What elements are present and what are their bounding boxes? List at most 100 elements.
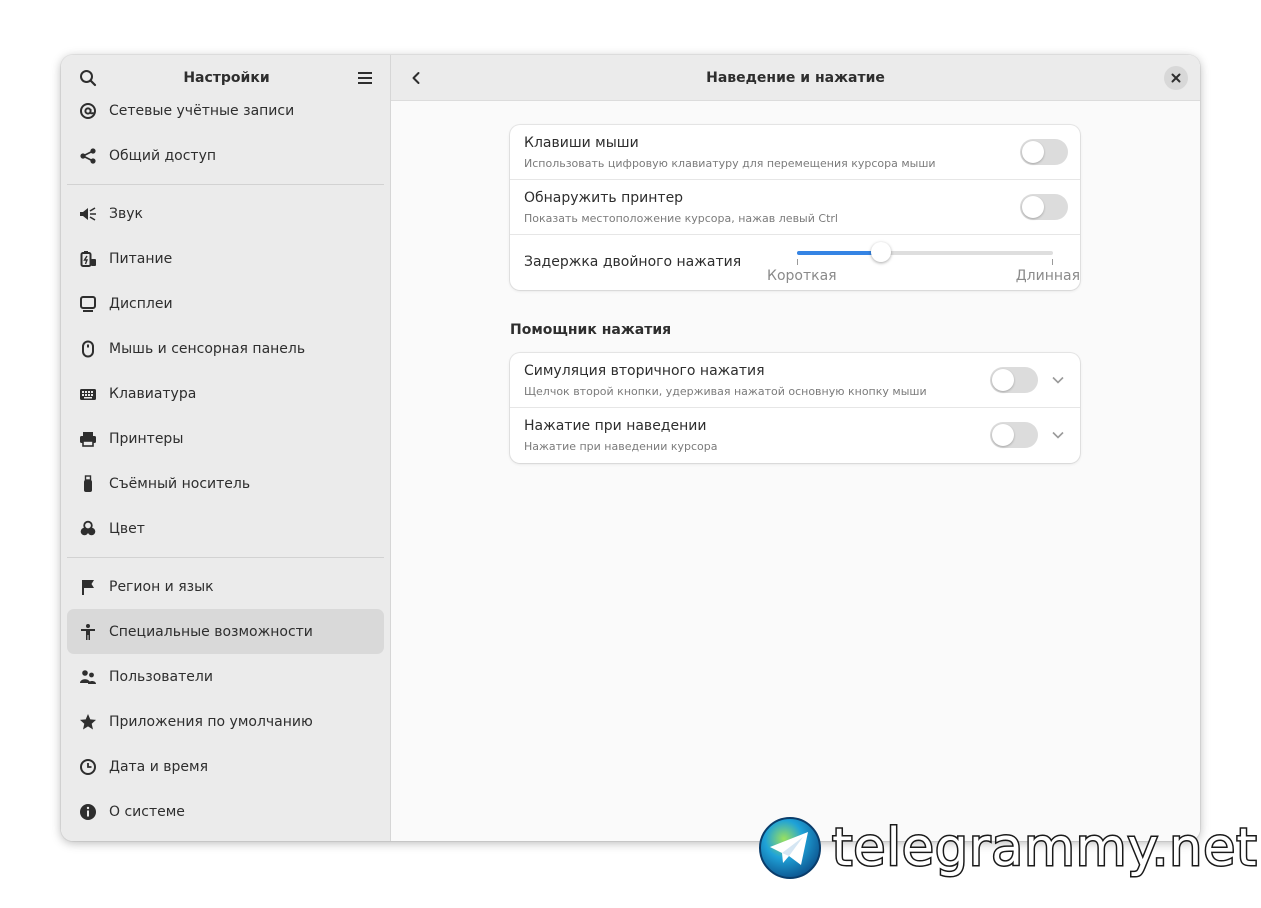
sidebar-item-about[interactable]: О системе — [67, 789, 384, 834]
sidebar-item-sharing[interactable]: Общий доступ — [67, 133, 384, 178]
star-icon — [79, 713, 97, 731]
display-icon — [79, 295, 97, 313]
keyboard-icon — [79, 385, 97, 403]
slider-handle[interactable] — [871, 242, 892, 262]
secondary-click-switch[interactable] — [990, 367, 1038, 393]
sidebar-item-label: Приложения по умолчанию — [109, 713, 313, 730]
slider-tick-max — [1052, 259, 1053, 265]
sidebar-item-label: Съёмный носитель — [109, 475, 251, 492]
page-title: Наведение и нажатие — [706, 69, 885, 86]
at-icon — [79, 102, 97, 120]
menu-button[interactable] — [350, 63, 380, 93]
sidebar-item-label: Мышь и сенсорная панель — [109, 340, 306, 357]
row-subtitle: Нажатие при наведении курсора — [524, 440, 718, 453]
sidebar-item-removable-media[interactable]: Съёмный носитель — [67, 461, 384, 506]
hamburger-icon — [358, 72, 372, 84]
chevron-left-icon — [412, 72, 420, 84]
clock-icon — [79, 758, 97, 776]
expand-button[interactable] — [1048, 370, 1068, 390]
row-subtitle: Щелчок второй кнопки, удерживая нажатой … — [524, 385, 927, 398]
sidebar-item-label: Дата и время — [109, 758, 208, 775]
slider-fill — [797, 251, 882, 255]
row-title: Нажатие при наведении — [524, 418, 707, 434]
locate-pointer-switch[interactable] — [1020, 194, 1068, 220]
flag-icon — [79, 578, 97, 596]
sidebar-item-label: Сетевые учётные записи — [109, 102, 295, 119]
mouse-icon — [79, 340, 97, 358]
sidebar-item-keyboard[interactable]: Клавиатура — [67, 371, 384, 416]
double-click-delay-row: Задержка двойного нажатия Короткая Длинн… — [510, 235, 1080, 290]
mouse-keys-row: Клавиши мыши Использовать цифровую клави… — [510, 125, 1080, 180]
sidebar-list: Сетевые учётные записи Общий доступ Звук — [61, 101, 390, 841]
slider-track[interactable] — [797, 242, 1053, 262]
sidebar-separator — [67, 184, 384, 185]
printer-icon — [79, 430, 97, 448]
sidebar-item-label: Общий доступ — [109, 147, 217, 164]
sidebar-item-accessibility[interactable]: Специальные возможности — [67, 609, 384, 654]
row-subtitle: Показать местоположение курсора, нажав л… — [524, 212, 838, 225]
pointing-card: Клавиши мыши Использовать цифровую клави… — [510, 125, 1080, 290]
sidebar-item-label: Принтеры — [109, 430, 184, 447]
accessibility-icon — [79, 623, 97, 641]
click-assist-heading: Помощник нажатия — [510, 322, 672, 338]
info-icon — [79, 803, 97, 821]
content-area: Клавиши мыши Использовать цифровую клави… — [391, 101, 1200, 841]
close-button[interactable] — [1164, 66, 1188, 90]
sidebar-item-label: Регион и язык — [109, 578, 214, 595]
sidebar-item-region[interactable]: Регион и язык — [67, 564, 384, 609]
secondary-click-row[interactable]: Симуляция вторичного нажатия Щелчок втор… — [510, 353, 1080, 408]
mouse-keys-switch[interactable] — [1020, 139, 1068, 165]
speaker-icon — [79, 205, 97, 223]
color-icon — [79, 520, 97, 538]
sidebar-header: Настройки — [61, 55, 390, 101]
row-title: Задержка двойного нажатия — [524, 254, 742, 270]
double-click-slider: Короткая Длинная — [767, 235, 1080, 290]
row-title: Клавиши мыши — [524, 135, 639, 151]
sidebar-item-mouse[interactable]: Мышь и сенсорная панель — [67, 326, 384, 371]
hover-click-switch[interactable] — [990, 422, 1038, 448]
back-button[interactable] — [401, 63, 431, 93]
row-title: Симуляция вторичного нажатия — [524, 363, 765, 379]
users-icon — [79, 668, 97, 686]
sidebar-item-displays[interactable]: Дисплеи — [67, 281, 384, 326]
chevron-down-icon — [1052, 431, 1064, 439]
sidebar-item-label: Пользователи — [109, 668, 213, 685]
hover-click-row[interactable]: Нажатие при наведении Нажатие при наведе… — [510, 408, 1080, 463]
click-assist-card: Симуляция вторичного нажатия Щелчок втор… — [510, 353, 1080, 463]
usb-icon — [79, 474, 97, 493]
sidebar-separator — [67, 557, 384, 558]
search-button[interactable] — [73, 63, 103, 93]
sidebar-item-label: Цвет — [109, 520, 145, 537]
sidebar: Настройки Сетевые учётные записи Общий д… — [61, 55, 391, 841]
watermark-text: telegrammy.net — [831, 818, 1259, 878]
expand-button[interactable] — [1048, 425, 1068, 445]
sidebar-item-label: Питание — [109, 250, 173, 267]
sidebar-item-label: Клавиатура — [109, 385, 197, 402]
telegram-logo-icon — [759, 817, 821, 879]
row-title: Обнаружить принтер — [524, 190, 684, 206]
watermark: telegrammy.net — [758, 815, 1258, 881]
sidebar-item-label: Специальные возможности — [109, 623, 313, 640]
sidebar-item-printers[interactable]: Принтеры — [67, 416, 384, 461]
sidebar-item-sound[interactable]: Звук — [67, 191, 384, 236]
close-icon — [1171, 73, 1181, 83]
sidebar-item-label: О системе — [109, 803, 185, 820]
sidebar-title: Настройки — [183, 70, 270, 86]
sidebar-item-label: Звук — [109, 205, 143, 222]
slider-max-label: Длинная — [1015, 268, 1080, 284]
locate-pointer-row: Обнаружить принтер Показать местоположен… — [510, 180, 1080, 235]
main-panel: Наведение и нажатие Клавиши мыши Использ… — [391, 55, 1200, 841]
settings-window: Настройки Сетевые учётные записи Общий д… — [61, 55, 1200, 841]
sidebar-item-power[interactable]: Питание — [67, 236, 384, 281]
slider-tick-min — [797, 259, 798, 265]
sidebar-item-label: Дисплеи — [109, 295, 173, 312]
sidebar-item-default-apps[interactable]: Приложения по умолчанию — [67, 699, 384, 744]
search-icon — [80, 70, 97, 87]
sidebar-item-online-accounts[interactable]: Сетевые учётные записи — [67, 101, 384, 133]
sidebar-item-datetime[interactable]: Дата и время — [67, 744, 384, 789]
slider-min-label: Короткая — [767, 268, 837, 284]
share-icon — [79, 147, 97, 165]
row-subtitle: Использовать цифровую клавиатуру для пер… — [524, 157, 936, 170]
sidebar-item-color[interactable]: Цвет — [67, 506, 384, 551]
sidebar-item-users[interactable]: Пользователи — [67, 654, 384, 699]
